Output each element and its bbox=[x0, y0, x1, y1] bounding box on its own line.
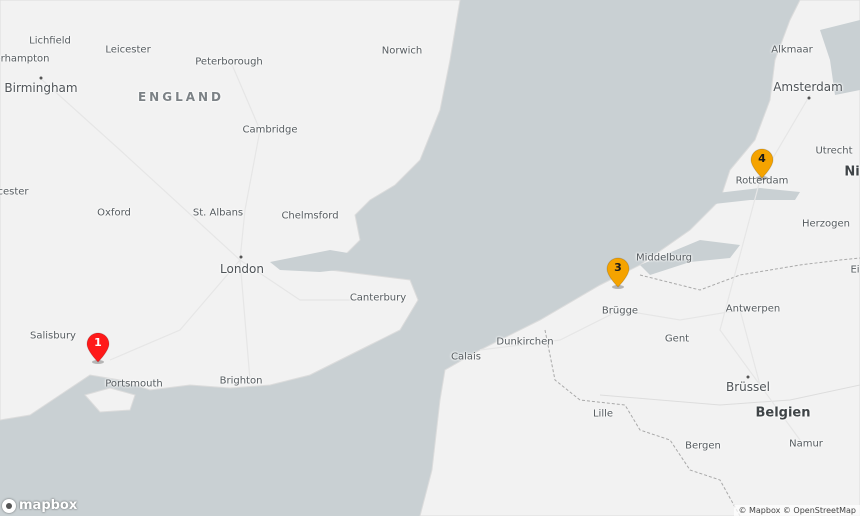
label-alkmaar: Alkmaar bbox=[771, 44, 813, 56]
attribution-mapbox-link[interactable]: © Mapbox bbox=[738, 506, 780, 515]
label-brighton: Brighton bbox=[219, 375, 263, 387]
map-marker-4[interactable]: 4 bbox=[750, 148, 774, 180]
map-marker-1[interactable]: 1 bbox=[86, 332, 110, 364]
label-middelburg: Middelburg bbox=[635, 252, 693, 264]
label-lichfield: Lichfield bbox=[29, 35, 71, 47]
label-belgien: Belgien bbox=[755, 405, 811, 421]
marker-number: 4 bbox=[758, 152, 766, 165]
mapbox-logo[interactable]: mapbox bbox=[2, 498, 77, 513]
label-antwerpen: Antwerpen bbox=[725, 303, 781, 315]
label-birmingham: Birmingham bbox=[4, 81, 78, 95]
map-basemap bbox=[0, 0, 860, 516]
map-marker-3[interactable]: 3 bbox=[606, 257, 630, 289]
brussel-dot bbox=[746, 375, 750, 379]
label-peterborough: Peterborough bbox=[195, 56, 263, 68]
label-calais: Calais bbox=[450, 351, 482, 363]
map-canvas[interactable]: Lichfield Leicester Norwich Alkmaar erha… bbox=[0, 0, 860, 516]
label-salisbury: Salisbury bbox=[30, 330, 76, 342]
label-canterbury: Canterbury bbox=[349, 292, 407, 304]
mapbox-logo-icon bbox=[2, 498, 16, 513]
label-england: ENGLAND bbox=[137, 90, 225, 104]
amsterdam-dot bbox=[807, 96, 811, 100]
marker-number: 1 bbox=[94, 336, 102, 349]
attribution-osm-link[interactable]: © OpenStreetMap bbox=[783, 506, 856, 515]
attribution: © Mapbox © OpenStreetMap bbox=[734, 505, 860, 516]
label-brugge: Brügge bbox=[601, 305, 639, 317]
label-ni: Ni bbox=[844, 164, 860, 180]
label-portsmouth: Portsmouth bbox=[105, 378, 163, 390]
label-dunkirchen: Dunkirchen bbox=[496, 336, 554, 348]
label-amsterdam: Amsterdam bbox=[773, 80, 843, 94]
label-utrecht: Utrecht bbox=[815, 145, 853, 157]
label-bergen: Bergen bbox=[685, 440, 721, 452]
label-cester: cester bbox=[0, 186, 29, 198]
label-leicester: Leicester bbox=[105, 44, 151, 56]
label-lille: Lille bbox=[592, 408, 614, 420]
label-st-albans: St. Albans bbox=[192, 207, 244, 219]
label-oxford: Oxford bbox=[97, 207, 131, 219]
mapbox-logo-text: mapbox bbox=[19, 498, 78, 513]
label-chelmsford: Chelmsford bbox=[281, 210, 339, 222]
label-wolverhampton: erhampton bbox=[0, 53, 50, 65]
birmingham-dot bbox=[39, 76, 43, 80]
label-gent: Gent bbox=[664, 333, 690, 345]
london-dot bbox=[239, 255, 243, 259]
label-ei: Ei bbox=[850, 264, 860, 276]
marker-number: 3 bbox=[614, 261, 622, 274]
label-brussel: Brüssel bbox=[726, 380, 770, 394]
label-london: London bbox=[220, 262, 264, 276]
label-namur: Namur bbox=[789, 438, 823, 450]
label-herzogen: Herzogen bbox=[802, 218, 850, 230]
label-cambridge: Cambridge bbox=[242, 124, 298, 136]
label-norwich: Norwich bbox=[381, 45, 423, 57]
